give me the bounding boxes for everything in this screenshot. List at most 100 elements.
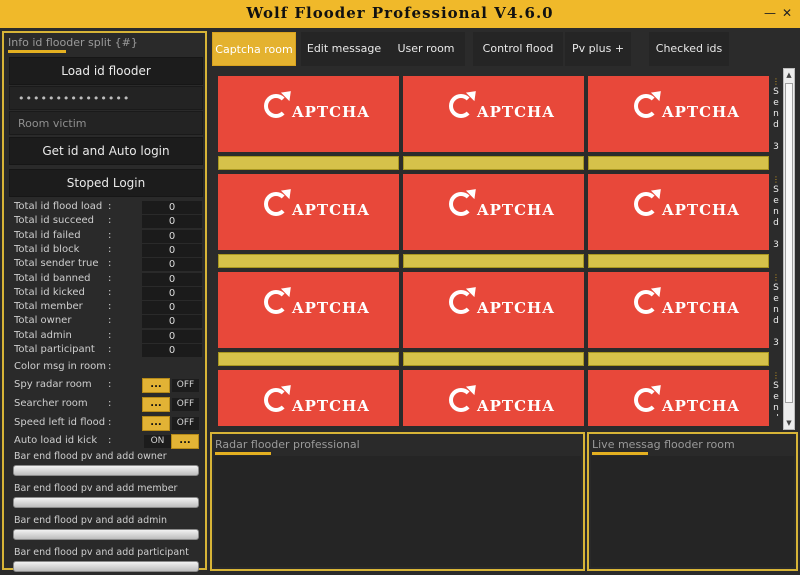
stat-row: Total id failed: 0: [14, 229, 202, 244]
refresh-icon: [264, 290, 288, 314]
option-toggle[interactable]: ON: [144, 435, 171, 448]
stat-colon: :: [108, 329, 112, 341]
live-message-log[interactable]: [591, 456, 794, 567]
captcha-answer-field[interactable]: [588, 254, 769, 268]
option-toggle[interactable]: OFF: [172, 398, 199, 411]
live-message-panel: Live messag flooder room: [587, 432, 798, 571]
captcha-image: APTCHA: [403, 174, 584, 250]
progress-bar: [13, 561, 199, 572]
send-spacer: [771, 229, 781, 240]
stat-value: 0: [142, 229, 202, 243]
send-button[interactable]: ⋮Send 3: [771, 174, 781, 260]
captcha-answer-field[interactable]: [403, 352, 584, 366]
captcha-image: APTCHA: [218, 370, 399, 426]
option-dots-button[interactable]: ...: [142, 416, 170, 431]
send-letter: e: [773, 294, 779, 304]
stat-colon: :: [108, 258, 112, 270]
stat-value: 0: [142, 329, 202, 343]
captcha-cell: APTCHA: [588, 76, 769, 172]
stat-colon: :: [108, 286, 112, 298]
stop-login-button[interactable]: Stoped Login: [9, 169, 203, 197]
tab-captcha-room[interactable]: Captcha room: [212, 32, 296, 66]
send-letter: n: [773, 109, 779, 119]
room-victim-input[interactable]: Room victim: [9, 111, 203, 135]
stat-row: Total id flood load: 0: [14, 201, 202, 215]
captcha-answer-field[interactable]: [588, 352, 769, 366]
captcha-image: APTCHA: [588, 174, 769, 250]
captcha-text: APTCHA: [662, 103, 740, 121]
option-label: Speed left id flood: [14, 417, 106, 428]
stat-value: 0: [142, 301, 202, 315]
captcha-cell: APTCHA: [588, 174, 769, 270]
captcha-answer-field[interactable]: [588, 156, 769, 170]
captcha-answer-field[interactable]: [218, 156, 399, 170]
progress-bar: [13, 497, 199, 508]
tab-control-flood[interactable]: Control flood: [473, 32, 563, 66]
captcha-answer-field[interactable]: [403, 254, 584, 268]
send-dots: ⋮: [772, 175, 780, 184]
captcha-answer-field[interactable]: [218, 254, 399, 268]
send-letter: S: [773, 185, 779, 195]
scroll-up-icon[interactable]: ▲: [785, 70, 793, 80]
stat-value: 0: [142, 215, 202, 229]
stat-value: 0: [142, 243, 202, 257]
stat-row: Total admin: 0: [14, 329, 202, 344]
captcha-answer-field[interactable]: [218, 352, 399, 366]
radar-log[interactable]: [214, 456, 581, 567]
refresh-icon: [449, 94, 473, 118]
refresh-icon: [264, 388, 288, 412]
send-button[interactable]: ⋮Send 3: [771, 370, 781, 416]
option-dots-button[interactable]: ...: [171, 434, 199, 449]
captcha-text: APTCHA: [292, 397, 370, 415]
captcha-text: APTCHA: [662, 201, 740, 219]
send-letter: d: [773, 120, 779, 130]
scrollbar-thumb[interactable]: [785, 83, 793, 403]
captcha-image: APTCHA: [218, 272, 399, 348]
captcha-answer-field[interactable]: [403, 156, 584, 170]
option-toggle[interactable]: OFF: [172, 417, 199, 430]
stat-row: Total owner: 0: [14, 315, 202, 329]
captcha-cell: APTCHA: [218, 76, 399, 172]
captcha-cell: APTCHA: [218, 370, 399, 426]
send-count: 3: [773, 142, 779, 152]
option-dots-button[interactable]: ...: [142, 397, 170, 412]
tab-pv-plus[interactable]: Pv plus +: [565, 32, 631, 66]
close-icon[interactable]: ✕: [780, 6, 794, 20]
stat-label: Total member: [14, 301, 83, 313]
tab-edit-message[interactable]: Edit message: [301, 32, 387, 66]
stat-label: Total id failed: [14, 229, 81, 241]
progress-bar: [13, 465, 199, 476]
radar-panel: Radar flooder professional: [210, 432, 585, 571]
option-toggle[interactable]: OFF: [172, 379, 199, 392]
captcha-image: APTCHA: [588, 272, 769, 348]
send-dots: ⋮: [772, 273, 780, 282]
stat-row: Total sender true: 0: [14, 258, 202, 272]
captcha-text: APTCHA: [477, 299, 555, 317]
tab-checked-ids[interactable]: Checked ids: [649, 32, 729, 66]
send-spacer: [771, 131, 781, 142]
get-id-auto-login-button[interactable]: Get id and Auto login: [9, 137, 203, 165]
send-button[interactable]: ⋮Send 3: [771, 272, 781, 358]
send-letter: S: [773, 381, 779, 391]
send-letter: d: [773, 218, 779, 228]
captcha-scrollbar[interactable]: ▲ ▼: [783, 68, 795, 430]
stat-row: Total member: 0: [14, 301, 202, 315]
option-row: Searcher room:... OFF: [14, 397, 202, 413]
password-field[interactable]: •••••••••••••••: [9, 86, 203, 110]
captcha-grid: APTCHA APTCHA APTCHA APTCHA APTCHA APTCHA APTC…: [216, 74, 783, 426]
load-id-flooder-button[interactable]: Load id flooder: [9, 57, 203, 85]
option-dots-button[interactable]: ...: [142, 378, 170, 393]
tab-user-room[interactable]: User room: [387, 32, 465, 66]
send-letter: e: [773, 98, 779, 108]
stat-value: 0: [142, 272, 202, 286]
title-underline: [215, 452, 271, 455]
minimize-icon[interactable]: —: [763, 6, 777, 20]
option-colon: :: [108, 417, 112, 428]
captcha-text: APTCHA: [292, 299, 370, 317]
option-row: Spy radar room:... OFF: [14, 378, 202, 394]
send-button[interactable]: ⋮Send 3: [771, 76, 781, 162]
send-letter: e: [773, 196, 779, 206]
refresh-icon: [634, 94, 658, 118]
scroll-down-icon[interactable]: ▼: [785, 418, 793, 428]
stat-colon: :: [108, 243, 112, 255]
